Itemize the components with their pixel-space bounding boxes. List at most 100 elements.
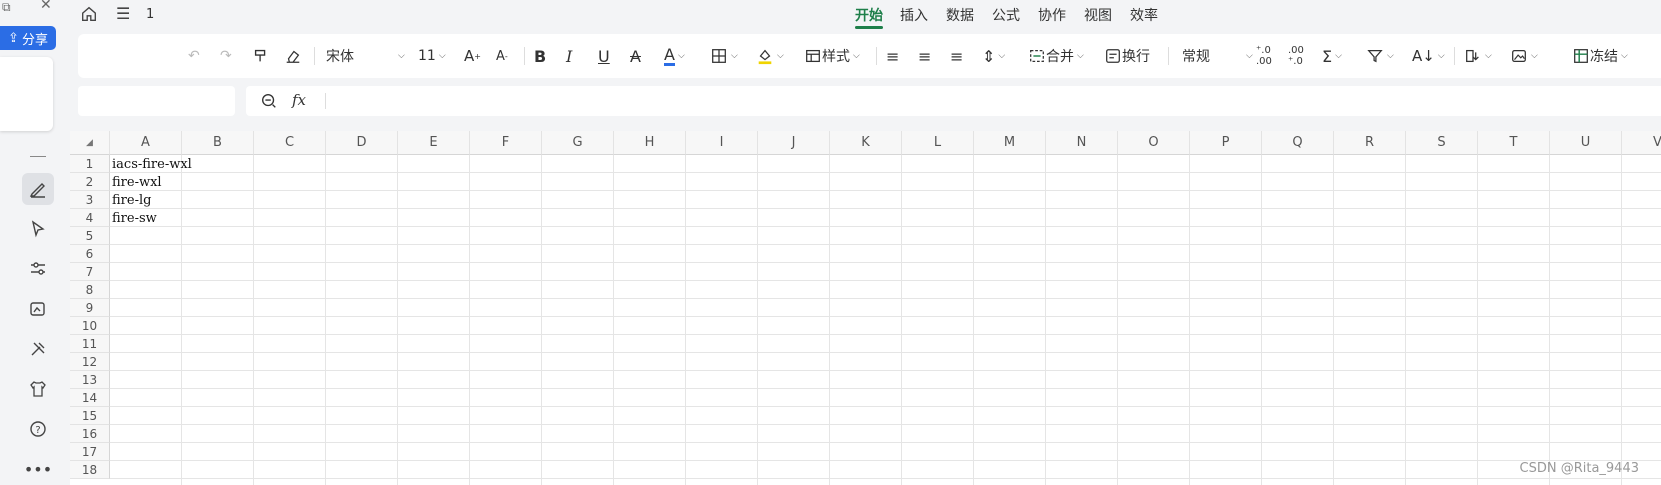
column-header-b[interactable]: B [182, 131, 254, 155]
row-header-2[interactable]: 2 [70, 173, 110, 191]
increase-font-icon[interactable]: A + [464, 34, 481, 78]
filter-button[interactable]: ⌵ [1366, 34, 1394, 78]
select-cursor-icon[interactable] [22, 213, 54, 245]
picture-button[interactable]: ⌵ [1510, 34, 1538, 78]
menu-icon[interactable]: ☰ [116, 4, 130, 23]
column-header-k[interactable]: K [830, 131, 902, 155]
column-header-i[interactable]: I [686, 131, 758, 155]
align-center-icon[interactable]: ≡ [918, 34, 931, 78]
formula-input[interactable] [334, 92, 1634, 110]
pen-icon[interactable] [22, 173, 54, 205]
undo-icon[interactable]: ↶ [188, 34, 200, 78]
cell-a3[interactable]: fire-lg [112, 192, 151, 210]
borders-button[interactable]: ⌵ [710, 34, 738, 78]
redo-icon[interactable]: ↷ [220, 34, 232, 78]
help-icon[interactable]: ? [22, 413, 54, 445]
sort-button[interactable]: A↓ ⌵ [1412, 34, 1445, 78]
column-header-s[interactable]: S [1406, 131, 1478, 155]
column-header-r[interactable]: R [1334, 131, 1406, 155]
column-header-j[interactable]: J [758, 131, 830, 155]
wrap-text-button[interactable]: 换行 [1104, 34, 1150, 78]
column-header-v[interactable]: V [1622, 131, 1661, 155]
column-header-p[interactable]: P [1190, 131, 1262, 155]
row-header-7[interactable]: 7 [70, 263, 110, 281]
decrease-font-icon[interactable]: A- [496, 34, 508, 78]
strikethrough-icon[interactable]: A [630, 34, 641, 78]
vertical-align-button[interactable]: ⇕ ⌵ [982, 34, 1005, 78]
row-header-4[interactable]: 4 [70, 209, 110, 227]
align-left-icon[interactable]: ≡ [886, 34, 899, 78]
name-box[interactable] [78, 86, 235, 116]
home-icon[interactable] [80, 5, 98, 27]
decrease-decimal-icon[interactable]: .00 ⁺.0 [1288, 34, 1304, 78]
merge-button[interactable]: 合并 ⌵ [1028, 34, 1084, 78]
tab-data[interactable]: 数据 [946, 5, 974, 25]
column-header-m[interactable]: M [974, 131, 1046, 155]
row-header-13[interactable]: 13 [70, 371, 110, 389]
fill-button[interactable]: ⌵ [1464, 34, 1492, 78]
row-header-6[interactable]: 6 [70, 245, 110, 263]
close-icon[interactable]: ✕ [40, 0, 52, 13]
tab-collaborate[interactable]: 协作 [1038, 5, 1066, 25]
tab-view[interactable]: 视图 [1084, 5, 1112, 25]
cell-a4[interactable]: fire-sw [112, 210, 157, 228]
sum-button[interactable]: Σ ⌵ [1322, 34, 1342, 78]
column-header-t[interactable]: T [1478, 131, 1550, 155]
spreadsheet-grid[interactable]: ◢ ABCDEFGHIJKLMNOPQRSTUV 1 2 3 4 5 6 7 8 9 10 11 12… [70, 131, 1661, 485]
row-header-15[interactable]: 15 [70, 407, 110, 425]
row-header-1[interactable]: 1 [70, 155, 110, 173]
zoom-formula-icon[interactable] [260, 92, 278, 114]
row-header-5[interactable]: 5 [70, 227, 110, 245]
tab-formula[interactable]: 公式 [992, 5, 1020, 25]
fx-icon[interactable]: fx [292, 91, 306, 109]
row-header-3[interactable]: 3 [70, 191, 110, 209]
row-header-16[interactable]: 16 [70, 425, 110, 443]
column-header-n[interactable]: N [1046, 131, 1118, 155]
row-header-10[interactable]: 10 [70, 317, 110, 335]
row-header-17[interactable]: 17 [70, 443, 110, 461]
font-color-button[interactable]: A ⌵ [664, 34, 685, 78]
row-header-18[interactable]: 18 [70, 461, 110, 479]
align-right-icon[interactable]: ≡ [950, 34, 963, 78]
window-restore-icon[interactable]: ⧉ [2, 0, 11, 15]
cell-a2[interactable]: fire-wxl [112, 174, 162, 192]
bold-icon[interactable]: B [534, 34, 546, 78]
column-header-c[interactable]: C [254, 131, 326, 155]
tab-efficiency[interactable]: 效率 [1130, 5, 1158, 25]
tab-insert[interactable]: 插入 [900, 5, 928, 25]
column-header-f[interactable]: F [470, 131, 542, 155]
font-name-select[interactable]: 宋体 ⌵ [326, 34, 405, 78]
shirt-icon[interactable] [22, 373, 54, 405]
number-format-select[interactable]: 常规 ⌵ [1182, 34, 1253, 78]
image-edit-icon[interactable] [22, 293, 54, 325]
select-all-corner[interactable]: ◢ [70, 131, 110, 155]
column-header-q[interactable]: Q [1262, 131, 1334, 155]
row-header-12[interactable]: 12 [70, 353, 110, 371]
column-header-g[interactable]: G [542, 131, 614, 155]
underline-icon[interactable]: U [598, 34, 610, 78]
italic-icon[interactable]: I [566, 34, 572, 78]
row-header-14[interactable]: 14 [70, 389, 110, 407]
row-header-8[interactable]: 8 [70, 281, 110, 299]
row-header-11[interactable]: 11 [70, 335, 110, 353]
column-header-e[interactable]: E [398, 131, 470, 155]
eraser-icon[interactable] [284, 34, 302, 78]
format-painter-icon[interactable] [252, 34, 270, 78]
more-icon[interactable]: ••• [22, 453, 54, 485]
font-size-select[interactable]: 11 ⌵ [418, 34, 446, 78]
column-header-o[interactable]: O [1118, 131, 1190, 155]
freeze-button[interactable]: 冻结 ⌵ [1572, 34, 1628, 78]
tab-start[interactable]: 开始 [855, 5, 883, 25]
column-header-h[interactable]: H [614, 131, 686, 155]
tools-icon[interactable] [22, 333, 54, 365]
increase-decimal-icon[interactable]: ⁺.0.00 [1256, 34, 1272, 78]
row-header-9[interactable]: 9 [70, 299, 110, 317]
cell-a1[interactable]: iacs-fire-wxl [112, 156, 192, 174]
sliders-icon[interactable] [22, 253, 54, 285]
share-button[interactable]: ⇪ 分享 [0, 26, 56, 50]
fill-color-button[interactable]: ⌵ [756, 34, 784, 78]
column-header-l[interactable]: L [902, 131, 974, 155]
column-header-d[interactable]: D [326, 131, 398, 155]
style-button[interactable]: 样式 ⌵ [804, 34, 860, 78]
column-header-u[interactable]: U [1550, 131, 1622, 155]
